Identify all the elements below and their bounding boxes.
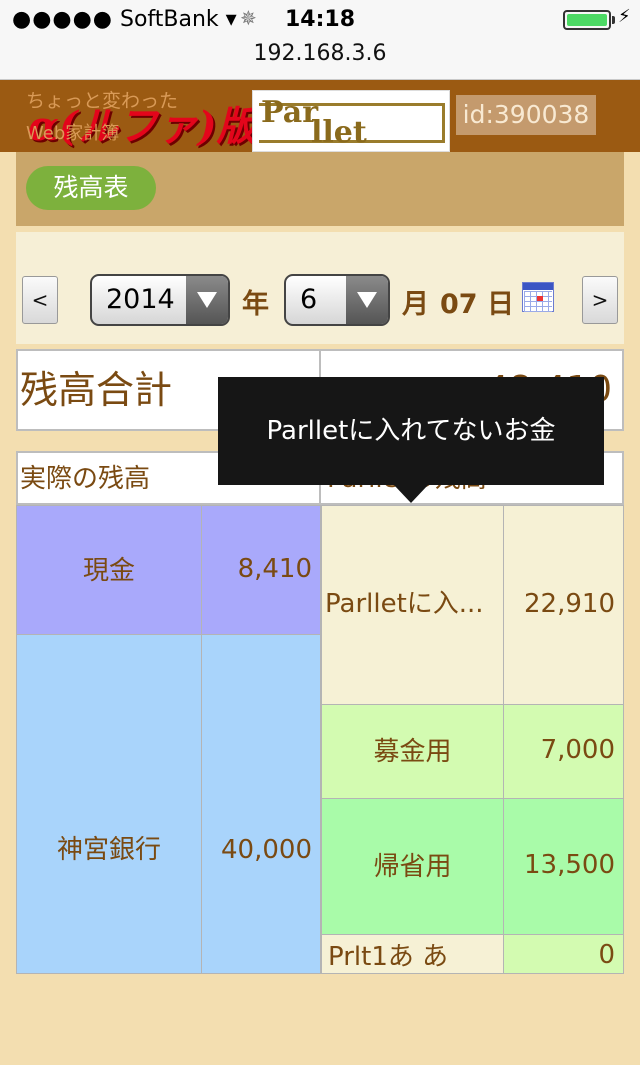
year-value: 2014 (106, 284, 175, 315)
account-name-bank[interactable]: 神宮銀行 (16, 634, 202, 974)
account-value-cash: 8,410 (201, 505, 321, 635)
site-header: ちょっと変わった α(ルファ)版 Web家計簿 Par llet id:3900… (0, 80, 640, 152)
charging-bolt-icon: ⚡ (618, 6, 631, 27)
parllet-value-prlt1: 0 (503, 934, 624, 974)
next-day-button[interactable]: > (582, 276, 618, 324)
day-text: 07 日 (440, 289, 514, 320)
month-label: 月 (402, 289, 429, 320)
chevron-down-icon (346, 276, 388, 324)
year-label: 年 (242, 289, 269, 320)
tagline-sub: Web家計簿 (26, 123, 120, 144)
logo-text-2: llet (311, 115, 367, 150)
tooltip: Parlletに入れてないお金 (218, 377, 604, 485)
year-select[interactable]: 2014 (90, 274, 230, 326)
account-name-cash[interactable]: 現金 (16, 505, 202, 635)
chevron-down-icon (186, 276, 228, 324)
battery-tip (612, 16, 615, 24)
account-value-bank: 40,000 (201, 634, 321, 974)
status-bar: ●●●●● SoftBank ▾ ✵ 14:18 ⚡ (0, 0, 640, 40)
parllet-name-donation[interactable]: 募金用 (321, 704, 504, 799)
parllet-value-homecoming: 13,500 (503, 798, 624, 935)
logo-text-1: Par (261, 95, 318, 130)
calendar-icon[interactable] (522, 282, 554, 312)
parllet-name-unallocated[interactable]: Parlletに入... (321, 505, 504, 705)
user-id-badge: id:390038 (456, 95, 596, 135)
nav-band: 残高表 (16, 152, 624, 226)
parllet-name-homecoming[interactable]: 帰省用 (321, 798, 504, 935)
balance-sheet-button[interactable]: 残高表 (26, 166, 156, 210)
parllet-value-donation: 7,000 (503, 704, 624, 799)
address-bar[interactable]: 192.168.3.6 (0, 40, 640, 80)
battery-icon (563, 10, 611, 30)
date-picker: < 2014 年 6 月 07 日 > (16, 232, 624, 344)
clock: 14:18 (284, 7, 356, 32)
parllet-name-prlt1[interactable]: Prlt1あ あ (321, 934, 504, 974)
tooltip-arrow (394, 485, 428, 503)
prev-day-button[interactable]: < (22, 276, 58, 324)
month-select[interactable]: 6 (284, 274, 390, 326)
parllet-value-unallocated: 22,910 (503, 505, 624, 705)
parllet-logo[interactable]: Par llet (252, 90, 450, 152)
month-value: 6 (300, 284, 318, 315)
